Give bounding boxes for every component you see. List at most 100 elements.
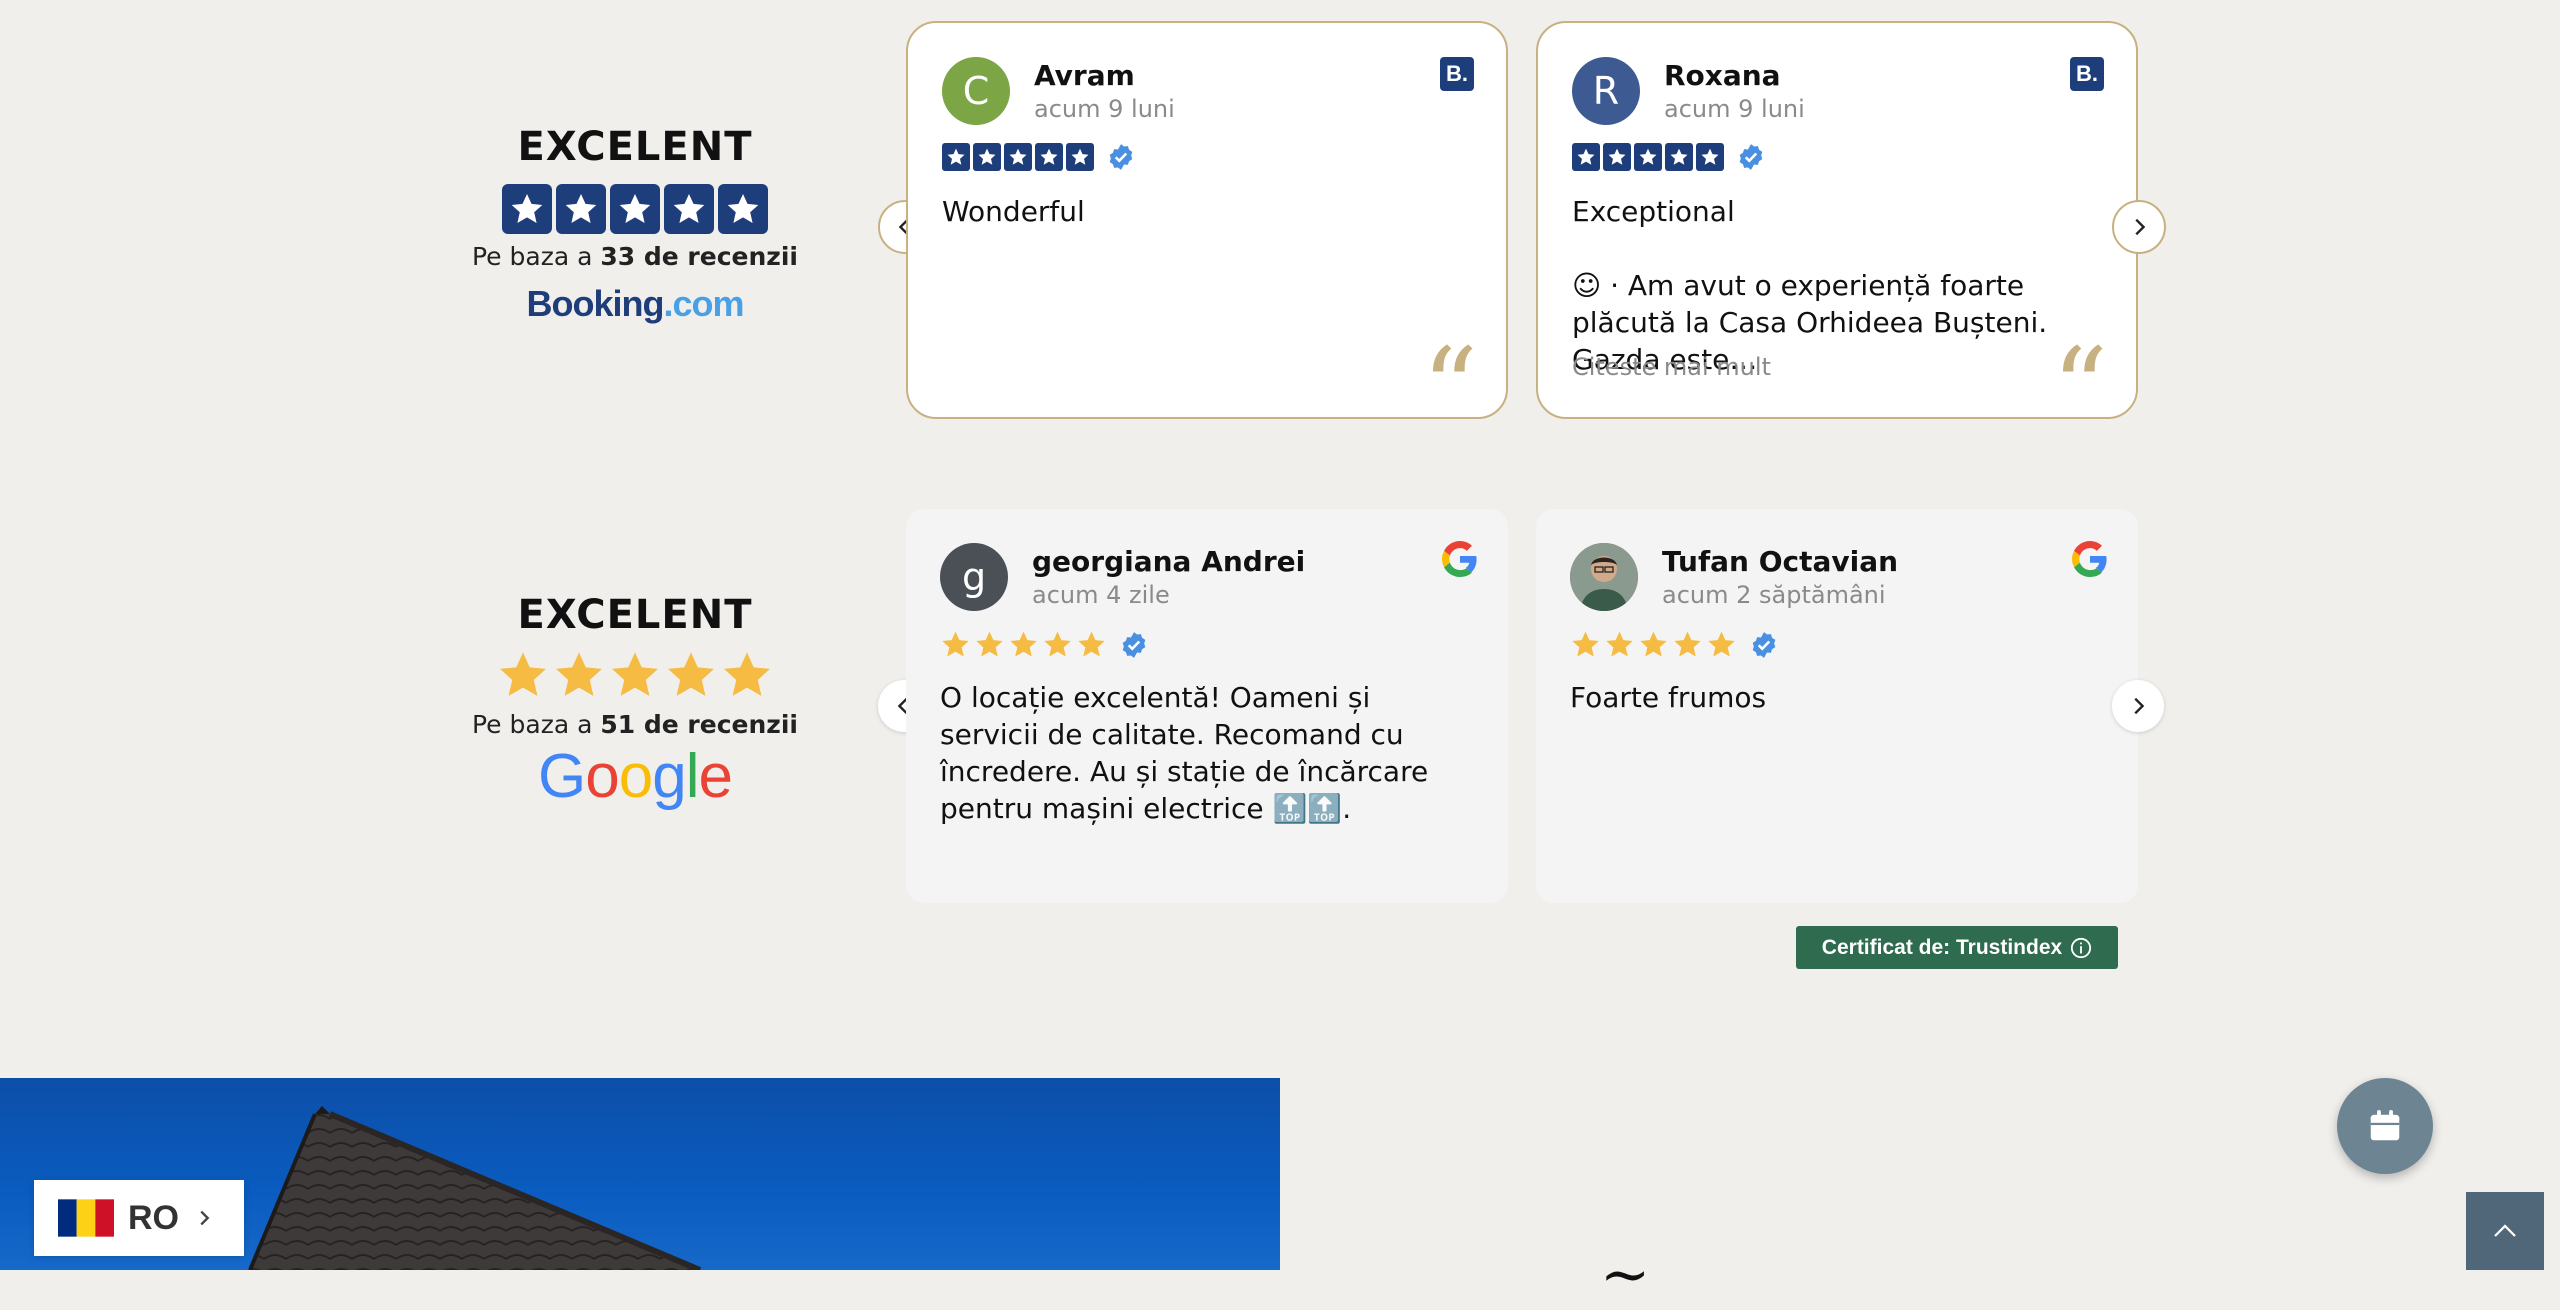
star-icon [500,652,546,696]
review-date: acum 4 zile [1032,581,1170,609]
review-text: Foarte frumos [1570,681,1767,714]
star-icon [1674,631,1701,657]
verified-badge-icon [1109,144,1133,170]
booking-logo-suffix: .com [663,283,744,324]
review-date: acum 9 luni [1664,95,1805,123]
calendar-icon [2370,1110,2400,1141]
star-icon [1066,143,1094,171]
google-logo: Google [470,741,800,812]
google-logo-letter: o [585,742,619,811]
verified-badge-icon [1739,144,1763,170]
google-review-card: Tufan Octavian acum 2 săptămâni Foarte f… [1536,509,2138,903]
trustindex-certificate-badge[interactable]: Certificat de: Trustindex [1796,926,2118,969]
star-icon [1010,631,1037,657]
booking-b-icon: B. [1440,57,1474,91]
google-next-button[interactable] [2112,680,2164,732]
booking-review-count: Pe baza a 33 de recenzii [470,242,800,271]
booking-next-button[interactable] [2112,200,2166,254]
star-icon [1634,143,1662,171]
google-logo-letter: o [618,742,653,811]
star-icon [718,184,768,234]
script-heading-fragment: ~ [1600,1240,1651,1310]
info-icon [2071,937,2092,958]
star-icon [973,143,1001,171]
star-icon [668,652,714,696]
star-icon [942,631,969,657]
booking-calendar-button[interactable] [2337,1078,2433,1174]
star-icon [1572,631,1599,657]
google-logo-letter: G [538,742,586,811]
language-switcher[interactable]: RO [34,1180,244,1256]
reviewer-name: Roxana [1664,59,1781,92]
verified-badge-icon [1752,631,1776,658]
booking-logo-main: Booking [526,283,664,324]
star-icon [1035,143,1063,171]
chevron-right-icon [200,1210,210,1226]
review-title: Wonderful [942,195,1085,228]
avatar: R [1572,57,1640,125]
certificate-label: Certificat de: Trustindex [1821,935,2063,959]
based-on-prefix: Pe baza a [472,242,593,271]
review-count: 51 de recenzii [600,710,798,739]
chevron-right-icon [2134,697,2145,715]
star-icon [556,184,606,234]
review-stars [1570,629,1778,660]
star-icon [1078,631,1105,657]
star-icon [1004,143,1032,171]
google-g-icon [2072,541,2107,577]
verified-badge-icon [1122,631,1146,658]
google-g-icon [1442,541,1477,577]
google-review-card: g georgiana Andrei acum 4 zile O locație… [906,509,1508,903]
star-icon [612,652,658,696]
star-icon [664,184,714,234]
avatar: C [942,57,1010,125]
google-logo-letter: g [652,742,686,811]
booking-b-icon: B. [2070,57,2104,91]
review-stars [1572,143,1765,171]
booking-rating-label: EXCELENT [517,124,753,170]
reviewer-name: Avram [1034,59,1135,92]
star-icon [1606,631,1633,657]
star-icon [976,631,1003,657]
language-code: RO [128,1198,179,1237]
google-logo-letter: e [698,742,732,811]
review-text: O locație excelentă! Oameni și servicii … [940,681,1429,825]
reviewer-name: georgiana Andrei [1032,545,1306,578]
google-rating-label: EXCELENT [517,592,753,638]
reviewer-name: Tufan Octavian [1662,545,1899,578]
chevron-right-icon [2135,218,2146,236]
star-icon [1640,631,1667,657]
booking-summary-stars [470,184,800,234]
quote-icon: “ [2051,333,2108,403]
scroll-to-top-button[interactable] [2466,1192,2544,1270]
star-icon [942,143,970,171]
review-count: 33 de recenzii [600,242,798,271]
star-icon [1708,631,1735,657]
booking-logo: Booking.com [470,283,800,325]
google-review-count: Pe baza a 51 de recenzii [470,710,800,739]
review-title: Exceptional [1572,195,1735,228]
avatar [1570,543,1638,611]
read-more-link[interactable]: Citeste mai mult [1572,353,1771,381]
chevron-up-icon [2494,1224,2516,1237]
booking-rating-summary: EXCELENT Pe baza a 33 de recenzii Bookin… [470,124,800,325]
avatar: g [940,543,1008,611]
star-icon [1044,631,1071,657]
review-date: acum 2 săptămâni [1662,581,1886,609]
star-icon [556,652,602,696]
star-icon [724,652,770,696]
review-date: acum 9 luni [1034,95,1175,123]
based-on-prefix: Pe baza a [472,710,593,739]
booking-review-card: C Avram acum 9 luni B. Wonderful “ [906,21,1508,419]
star-icon [1603,143,1631,171]
star-icon [1572,143,1600,171]
google-logo-letter: l [685,742,700,811]
review-stars [940,629,1148,660]
review-stars [942,143,1135,171]
star-icon [502,184,552,234]
quote-icon: “ [1421,333,1478,403]
star-icon [610,184,660,234]
google-summary-stars [470,648,800,702]
booking-review-card: R Roxana acum 9 luni B. Exceptional ☺ · … [1536,21,2138,419]
google-rating-summary: EXCELENT Pe baza a 51 de recenzii Google [470,592,800,812]
